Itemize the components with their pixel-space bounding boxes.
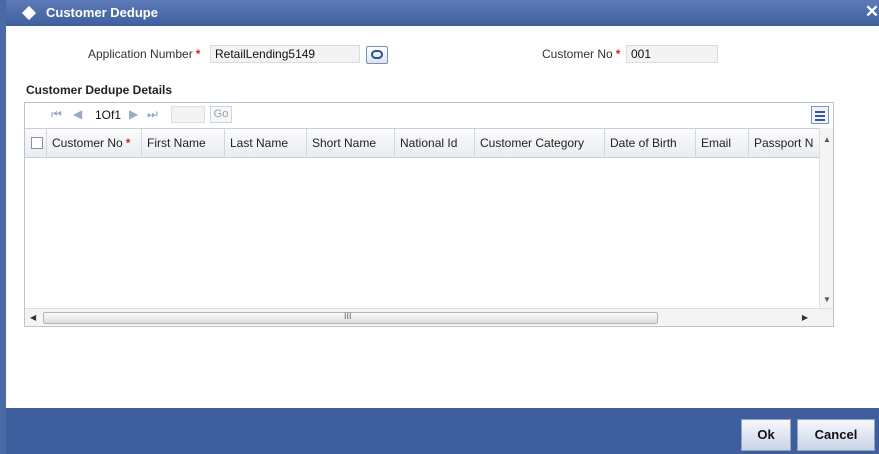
column-header-passport[interactable]: Passport N (749, 129, 819, 157)
next-page-icon[interactable]: ▶ (129, 107, 138, 121)
horizontal-scrollbar[interactable]: ◀ III ▶ (25, 308, 833, 326)
section-title: Customer Dedupe Details (26, 83, 173, 97)
scroll-left-icon[interactable]: ◀ (30, 313, 36, 322)
previous-page-icon[interactable]: ◀ (73, 107, 82, 121)
required-marker: * (195, 47, 201, 61)
application-number-label-text: Application Number (88, 47, 193, 61)
column-label: Customer No (52, 136, 123, 150)
vertical-scrollbar[interactable]: ▲ ▼ (819, 128, 833, 308)
page-indicator: 1Of1 (95, 108, 122, 122)
grid-options-icon[interactable] (811, 106, 829, 124)
grid-pager: ⏮ ◀ 1Of1 ▶ ⏭ Go (25, 103, 833, 127)
title-bar: Customer Dedupe ✕ (6, 0, 879, 26)
column-header-national-id[interactable]: National Id (395, 129, 475, 157)
column-header-date-of-birth[interactable]: Date of Birth (605, 129, 696, 157)
customer-no-field[interactable]: 001 (626, 45, 718, 63)
required-marker: * (125, 136, 131, 150)
column-header-short-name[interactable]: Short Name (307, 129, 395, 157)
page-number-input[interactable] (171, 106, 205, 123)
first-page-icon[interactable]: ⏮ (51, 107, 62, 122)
close-icon[interactable]: ✕ (863, 2, 879, 22)
go-button[interactable]: Go (210, 106, 232, 123)
required-marker: * (615, 47, 621, 61)
customer-no-label-text: Customer No (542, 47, 613, 61)
scroll-up-icon[interactable]: ▲ (823, 135, 831, 144)
application-number-label: Application Number * (88, 47, 200, 61)
application-number-field[interactable]: RetailLending5149 (210, 45, 360, 63)
last-page-icon[interactable]: ⏭ (147, 107, 158, 122)
application-lookup-button[interactable] (366, 46, 388, 64)
column-header-email[interactable]: Email (696, 129, 749, 157)
scroll-grip: III (344, 311, 352, 321)
lookup-speech-bubble-icon (371, 50, 383, 59)
column-header-customer-category[interactable]: Customer Category (475, 129, 605, 157)
select-all-cell (25, 129, 47, 157)
cancel-button[interactable]: Cancel (797, 419, 875, 451)
scroll-down-icon[interactable]: ▼ (823, 295, 831, 304)
ok-button[interactable]: Ok (741, 419, 791, 451)
scroll-right-icon[interactable]: ▶ (802, 313, 808, 322)
table-header: Customer No * First Name Last Name Short … (25, 128, 833, 158)
customer-dedupe-grid: ⏮ ◀ 1Of1 ▶ ⏭ Go Customer No * First Name … (24, 102, 834, 327)
horizontal-scroll-thumb[interactable]: III (43, 311, 658, 324)
window-diamond-icon (21, 5, 37, 21)
select-all-checkbox[interactable] (31, 137, 43, 149)
customer-no-label: Customer No * (542, 47, 620, 61)
column-header-first-name[interactable]: First Name (142, 129, 225, 157)
column-header-last-name[interactable]: Last Name (225, 129, 307, 157)
customer-dedupe-window: Customer Dedupe ✕ Application Number * Re… (0, 0, 879, 454)
column-header-customer-no[interactable]: Customer No * (47, 129, 142, 157)
window-title: Customer Dedupe (46, 5, 158, 20)
